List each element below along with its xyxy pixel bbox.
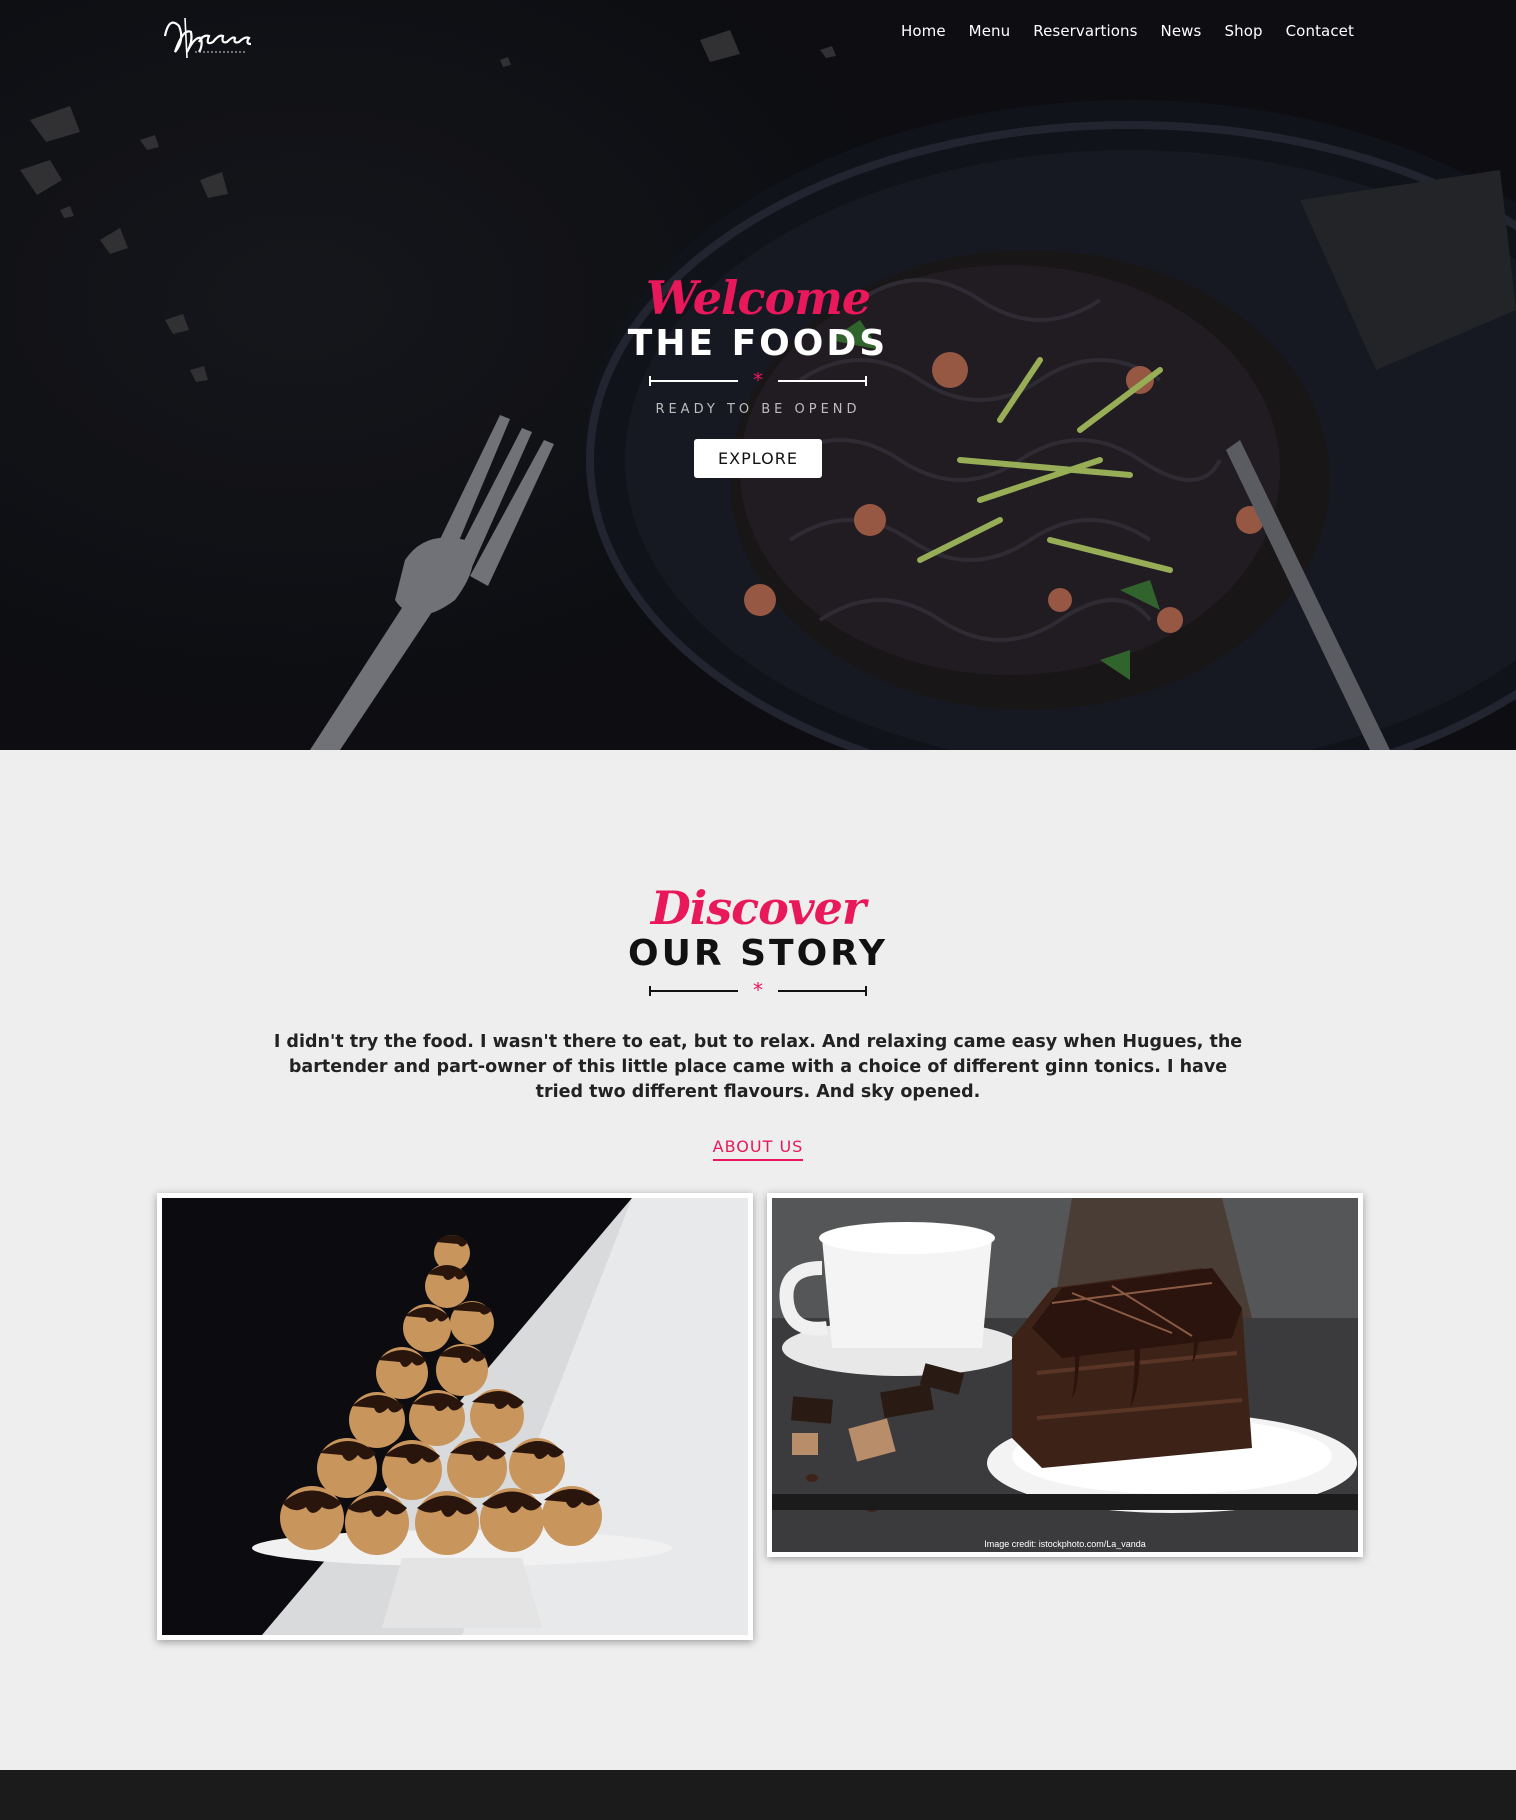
hero-title: THE FOODS [627, 323, 889, 364]
asterisk-icon: * [753, 982, 763, 1000]
nav-home[interactable]: Home [901, 22, 946, 40]
story-heading-block: Discover OUR STORY * I didn't try the fo… [0, 882, 1516, 1161]
brownie-photo: Image credit: istockphoto.com/La_vanda [767, 1193, 1363, 1557]
story-script-heading: Discover [650, 881, 866, 935]
nav-news[interactable]: News [1161, 22, 1202, 40]
brand-logo[interactable] [155, 8, 265, 64]
main-nav: Home Menu Reservartions News Shop Contac… [901, 22, 1354, 40]
footer-bar [0, 1770, 1516, 1820]
about-us-link[interactable]: ABOUT US [712, 1137, 804, 1161]
profiterole-photo [157, 1193, 753, 1640]
story-divider: * [649, 982, 867, 1000]
nav-contact[interactable]: Contacet [1286, 22, 1354, 40]
hero-section: Home Menu Reservartions News Shop Contac… [0, 0, 1516, 750]
hero-tagline: READY TO BE OPEND [655, 402, 861, 417]
explore-button[interactable]: EXPLORE [694, 439, 822, 478]
image-credit: Image credit: istockphoto.com/La_vanda [984, 1539, 1146, 1549]
nav-shop[interactable]: Shop [1224, 22, 1262, 40]
story-title: OUR STORY [628, 933, 888, 974]
story-section: Discover OUR STORY * I didn't try the fo… [0, 750, 1516, 1770]
hero-heading-block: Welcome THE FOODS * READY TO BE OPEND EX… [0, 272, 1516, 478]
hero-divider: * [649, 372, 867, 390]
nav-reservations[interactable]: Reservartions [1033, 22, 1137, 40]
hero-script-heading: Welcome [645, 271, 871, 325]
nav-menu[interactable]: Menu [969, 22, 1011, 40]
asterisk-icon: * [753, 372, 763, 390]
story-paragraph: I didn't try the food. I wasn't there to… [273, 1032, 1243, 1102]
